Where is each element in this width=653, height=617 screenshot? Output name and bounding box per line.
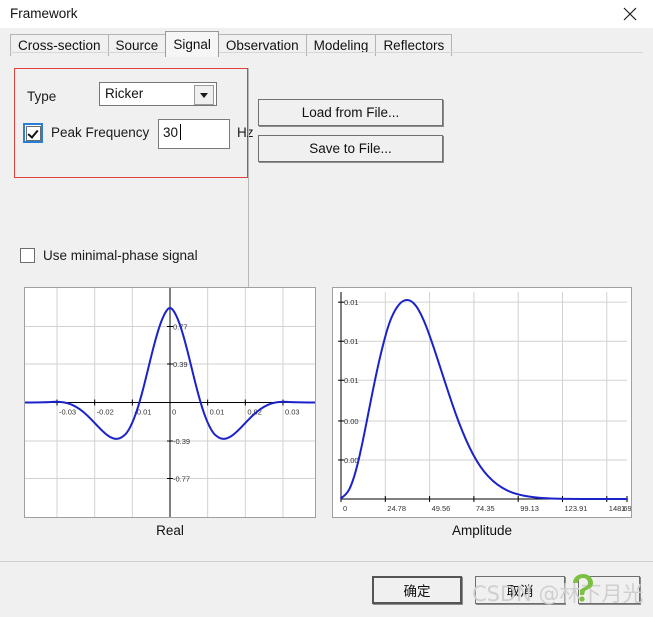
- ok-button[interactable]: 确定: [372, 576, 462, 604]
- amplitude-chart-container: 0 24.78 49.56 74.35 99.13 123.91 148.69 0.01 0.0…: [332, 287, 632, 538]
- peak-frequency-input[interactable]: 30: [158, 119, 230, 149]
- peak-frequency-checkbox[interactable]: [23, 123, 43, 143]
- svg-text:0.01: 0.01: [344, 298, 359, 307]
- cancel-button[interactable]: 取消: [475, 576, 565, 604]
- svg-text:49.56: 49.56: [432, 504, 451, 513]
- svg-text:24.78: 24.78: [387, 504, 406, 513]
- svg-text:0.03: 0.03: [285, 408, 300, 417]
- peak-frequency-label: Peak Frequency: [51, 125, 150, 140]
- checkbox-check-icon: [25, 125, 41, 141]
- svg-text:0.01: 0.01: [344, 337, 359, 346]
- svg-text:0.39: 0.39: [173, 360, 188, 369]
- text-cursor: [180, 124, 181, 140]
- svg-text:-0.02: -0.02: [97, 408, 114, 417]
- peak-frequency-unit: Hz: [237, 125, 254, 140]
- peak-frequency-value: 30: [163, 125, 179, 140]
- save-to-file-button[interactable]: Save to File...: [258, 135, 443, 162]
- signal-parameter-group: Type Ricker Peak Frequency 30 Hz: [14, 68, 254, 178]
- svg-text:99.13: 99.13: [520, 504, 539, 513]
- signal-panel: Type Ricker Peak Frequency 30 Hz Load fr…: [0, 56, 653, 561]
- svg-text:1: 1: [621, 504, 625, 513]
- amplitude-chart-caption: Amplitude: [451, 523, 513, 538]
- svg-text:0.01: 0.01: [344, 376, 359, 385]
- dialog-button-bar: 确定 取消: [0, 561, 653, 617]
- svg-text:74.35: 74.35: [476, 504, 495, 513]
- window-title: Framework: [10, 6, 78, 21]
- svg-text:123.91: 123.91: [564, 504, 587, 513]
- type-label: Type: [27, 89, 57, 104]
- svg-text:0.01: 0.01: [210, 408, 225, 417]
- svg-text:-0.77: -0.77: [173, 475, 190, 484]
- minimal-phase-label: Use minimal-phase signal: [43, 247, 198, 263]
- svg-text:148.69: 148.69: [609, 504, 631, 513]
- tab-signal[interactable]: Signal: [165, 31, 219, 57]
- tab-underline: [10, 52, 643, 53]
- svg-text:0: 0: [172, 408, 176, 417]
- type-dropdown[interactable]: Ricker: [99, 82, 217, 106]
- svg-text:0: 0: [343, 504, 347, 513]
- type-dropdown-value: Ricker: [105, 86, 144, 101]
- svg-text:-0.03: -0.03: [59, 408, 76, 417]
- load-from-file-button[interactable]: Load from File...: [258, 99, 443, 126]
- real-chart: -0.03 -0.02 -0.01 0 0.01 0.02 0.03 0.77 0.39 -0.3…: [24, 287, 316, 518]
- minimal-phase-checkbox-row[interactable]: Use minimal-phase signal: [20, 246, 198, 264]
- window-titlebar: Framework: [0, 0, 653, 29]
- svg-text:-0.39: -0.39: [173, 437, 190, 446]
- svg-text:0.00: 0.00: [344, 456, 359, 465]
- help-button[interactable]: [578, 576, 640, 604]
- close-icon[interactable]: [607, 0, 653, 28]
- minimal-phase-checkbox[interactable]: [20, 247, 35, 263]
- real-chart-container: -0.03 -0.02 -0.01 0 0.01 0.02 0.03 0.77 0.39 -0.3…: [24, 287, 316, 538]
- amplitude-chart: 0 24.78 49.56 74.35 99.13 123.91 148.69 0.01 0.0…: [332, 287, 632, 518]
- svg-text:0.00: 0.00: [344, 417, 359, 426]
- real-chart-caption: Real: [156, 523, 184, 538]
- chevron-down-icon[interactable]: [194, 85, 214, 105]
